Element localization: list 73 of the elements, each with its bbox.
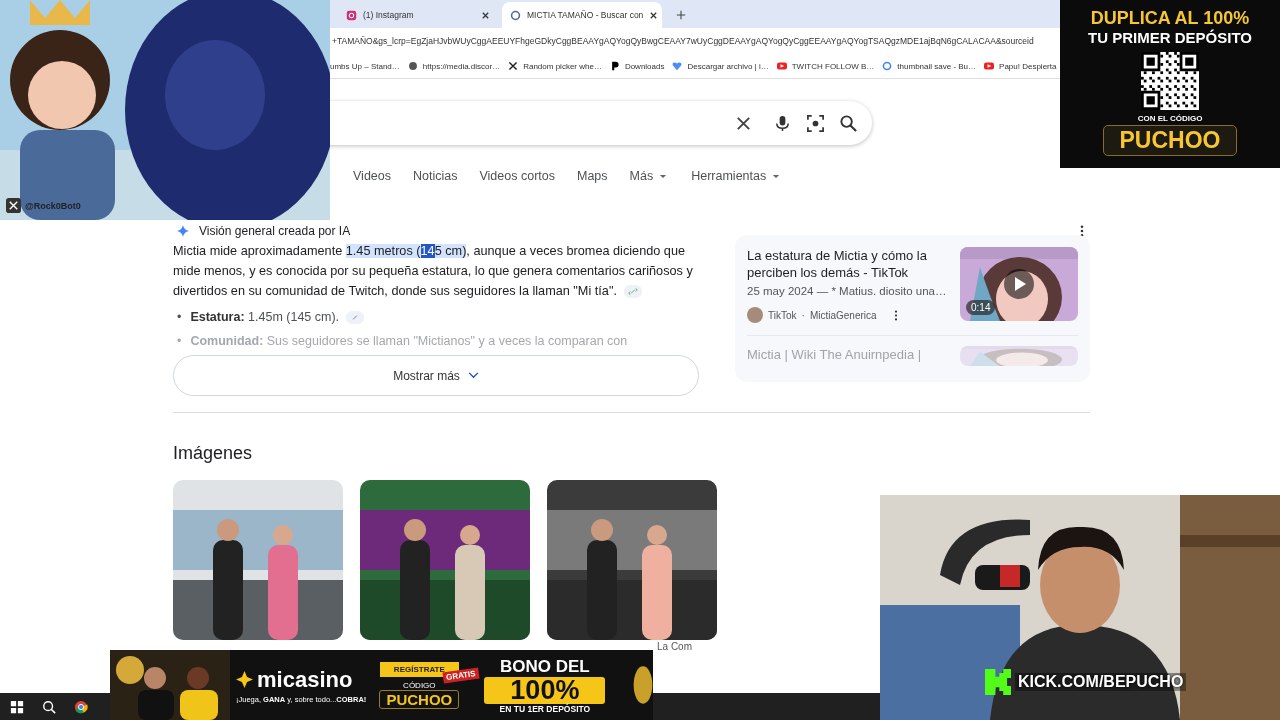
casino-logo: micasino — [257, 666, 353, 693]
google-icon — [510, 9, 521, 21]
search-tab[interactable]: Videos cortos — [479, 169, 555, 183]
images-heading: Imágenes — [173, 443, 254, 464]
promo-code: PUCHOO — [1102, 125, 1238, 156]
source-snippet: 25 may 2024 — * Matius. diosito una… — [747, 285, 948, 297]
chrome-icon[interactable] — [74, 699, 88, 714]
caret-icon — [772, 173, 781, 179]
bonus-percent: 100% — [484, 676, 606, 704]
bookmark[interactable]: thumbnail save - Bu… — [882, 61, 977, 71]
promo-headline: DUPLICA AL 100% — [1090, 8, 1250, 29]
bookmark[interactable]: Downloads — [609, 61, 665, 71]
bookmark[interactable]: Papu! Despierta — [984, 61, 1057, 71]
bullet-marker: • — [177, 309, 182, 326]
search-tab[interactable]: Maps — [577, 169, 608, 183]
youtube-icon — [776, 61, 787, 71]
search-tab[interactable]: Más — [629, 169, 668, 183]
bookmark[interactable]: umbs Up – Stand… — [330, 61, 400, 71]
kick-logo-icon — [985, 669, 1011, 695]
channel-url: KICK.COM/BEPUCHO — [1015, 673, 1187, 691]
bookmark[interactable]: https://media.discor… — [407, 61, 501, 71]
browser-tab[interactable]: (1) Instagram — [338, 2, 498, 28]
p-icon — [609, 61, 620, 71]
overview-bullet: Estatura: 1.45m (145 cm). — [190, 309, 340, 326]
promo-code: PUCHOO — [379, 689, 460, 709]
sparkle-icon — [177, 225, 189, 237]
show-more-button[interactable]: Mostrar más — [173, 355, 699, 396]
source-title[interactable]: La estatura de Mictia y cómo la perciben los demás - TikTok — [747, 247, 950, 281]
bookmark[interactable]: Descargar archivo | i… — [672, 61, 769, 71]
instagram-icon — [346, 9, 357, 21]
google-icon — [882, 61, 893, 71]
clover-icon — [236, 671, 253, 688]
image-caption: La Com — [657, 641, 693, 652]
promo-subtitle: TU PRIMER DEPÓSITO — [1088, 29, 1252, 46]
code-label: CON EL CÓDIGO — [1137, 114, 1203, 123]
social-handle: @Rock0Bot0 — [25, 200, 81, 211]
bonus-title: BONO DEL — [500, 656, 590, 677]
bookmark[interactable]: TWITCH FOLLOW B… — [776, 61, 875, 71]
qr-code-icon — [1141, 52, 1199, 110]
more-icon[interactable] — [1080, 225, 1084, 237]
close-icon[interactable] — [481, 10, 490, 20]
caret-icon — [659, 173, 668, 179]
new-tab-icon[interactable] — [676, 10, 686, 20]
search-tab[interactable]: Herramientas — [691, 169, 781, 183]
globe-icon — [407, 61, 418, 71]
search-tab[interactable]: Noticias — [413, 169, 458, 183]
cross-icon — [508, 61, 519, 71]
code-label: CÓDIGO — [403, 680, 436, 690]
bookmark[interactable]: Random picker whe… — [508, 61, 602, 71]
play-icon[interactable] — [1004, 269, 1034, 299]
search-icon[interactable] — [839, 113, 858, 133]
source-site: TikTok — [768, 309, 797, 321]
search-tab[interactable]: Videos — [353, 169, 391, 183]
separator: · — [801, 309, 805, 321]
youtube-icon — [984, 61, 995, 71]
text-highlight: 1.45 metros ( — [345, 244, 421, 258]
heart-icon — [672, 61, 683, 71]
overview-heading: Visión general creada por IA — [199, 224, 351, 238]
overview-bullet: Comunidad: Sus seguidores se llaman "Mictianos" y a veces la comparan con — [190, 333, 628, 350]
microphone-icon[interactable] — [773, 113, 792, 133]
camera-icon[interactable] — [806, 113, 825, 133]
bonus-subtitle: EN TU 1ER DEPÓSITO — [499, 703, 591, 714]
address-bar[interactable]: +TAMAÑO&gs_lcrp=EgZjaHJvbWUyCggAEEUYFhgeGDkyCggBEAAYgAQYogQyBwgCEAAY7wUyCggDEAAYgAQYogQyCggEEAAYgAQYogTSAQgzMDE1ajBqN6gCALACAA&sourceid — [332, 36, 1034, 46]
search-icon[interactable] — [42, 699, 56, 714]
bullet-marker: • — [177, 333, 182, 350]
chevron-icon — [467, 372, 479, 379]
close-icon[interactable] — [649, 10, 659, 20]
browser-tab[interactable]: MICTIA TAMAÑO - Buscar con — [502, 2, 662, 28]
avatar-icon — [747, 307, 763, 323]
windows-icon[interactable] — [10, 699, 24, 714]
x-icon — [6, 198, 21, 213]
more-icon[interactable] — [893, 309, 898, 321]
source-author: MictiaGenerica — [809, 309, 877, 321]
